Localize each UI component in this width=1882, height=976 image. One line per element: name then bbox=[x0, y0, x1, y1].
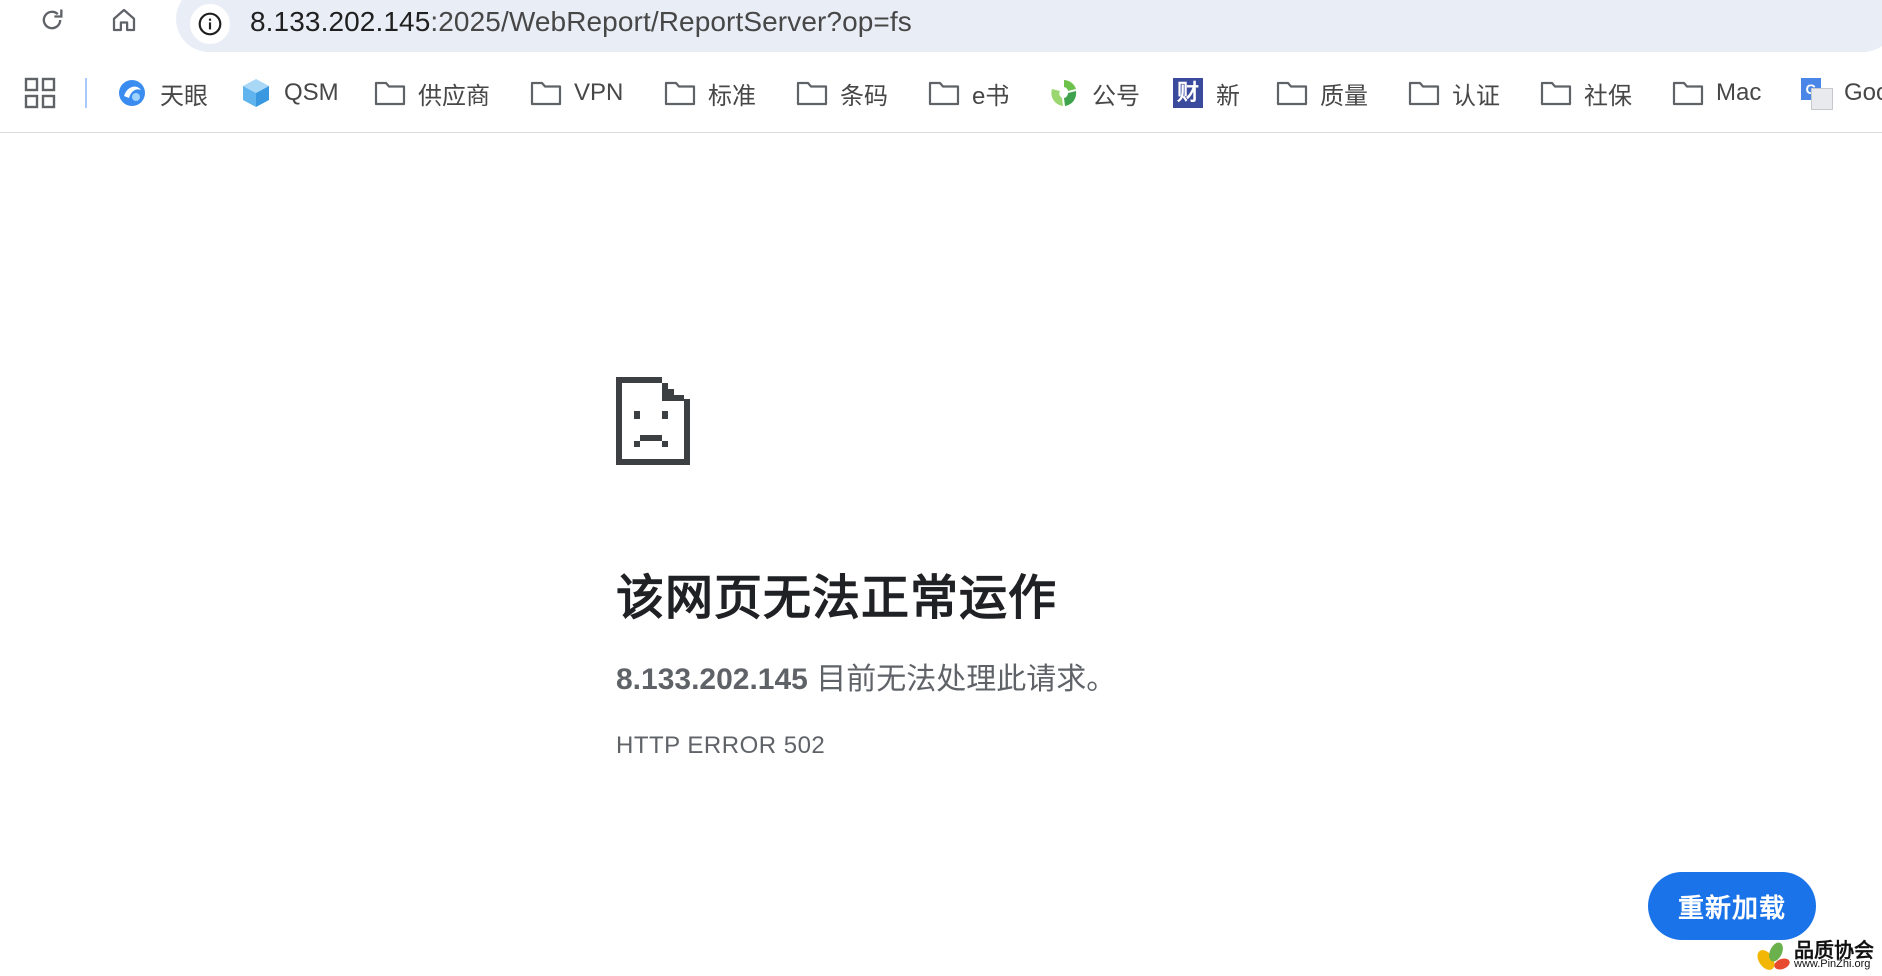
folder-icon bbox=[664, 77, 696, 109]
folder-icon bbox=[1408, 77, 1440, 109]
sad-page-icon bbox=[616, 377, 690, 465]
url-text[interactable]: 8.133.202.145:2025/WebReport/ReportServe… bbox=[250, 6, 912, 38]
watermark: 品质协会 www.PinZhi.org bbox=[1754, 934, 1882, 976]
watermark-url: www.PinZhi.org bbox=[1794, 958, 1871, 970]
bookmarks-bar: 天眼 QSM 供应商 VPN 标准 条码 e书 公号 财 新 质量 认证 社保 … bbox=[0, 62, 1882, 133]
folder-icon bbox=[928, 77, 960, 109]
error-title: 该网页无法正常运作 bbox=[616, 572, 1058, 625]
bookmark-label: 公号 bbox=[1092, 82, 1140, 110]
folder-icon bbox=[530, 77, 562, 109]
navigation-bar: 8.133.202.145:2025/WebReport/ReportServe… bbox=[0, 0, 1882, 52]
google-translate-icon: G bbox=[1800, 77, 1833, 110]
pinzhi-logo-icon bbox=[1757, 942, 1790, 970]
bookmark-label: 认证 bbox=[1452, 82, 1500, 110]
cai-logo-icon: 财 bbox=[1172, 77, 1204, 109]
bookmark-qsm[interactable]: QSM bbox=[240, 70, 339, 116]
bookmark-label: VPN bbox=[574, 79, 624, 106]
apps-button[interactable] bbox=[24, 77, 56, 109]
bookmark-label: 供应商 bbox=[418, 82, 490, 110]
cai-logo-text: 财 bbox=[1173, 78, 1203, 108]
bookmark-folder-ebooks[interactable]: e书 bbox=[928, 70, 1009, 116]
bookmark-folder-vpn[interactable]: VPN bbox=[530, 70, 623, 116]
folder-icon bbox=[1672, 77, 1704, 109]
bookmark-folder-standards[interactable]: 标准 bbox=[664, 70, 756, 116]
folder-icon bbox=[796, 77, 828, 109]
site-info-button[interactable] bbox=[190, 4, 230, 44]
bookmark-label: Mac bbox=[1716, 79, 1762, 106]
bookmark-folder-quality[interactable]: 质量 bbox=[1276, 70, 1368, 116]
bookmark-label: 标准 bbox=[708, 82, 756, 110]
bookmark-label: 社保 bbox=[1584, 82, 1632, 110]
bookmark-label: 质量 bbox=[1320, 82, 1368, 110]
tianyan-logo-icon bbox=[116, 77, 148, 109]
folder-icon bbox=[1540, 77, 1572, 109]
bookmark-label: e书 bbox=[972, 82, 1010, 110]
bookmark-label: 新 bbox=[1216, 82, 1240, 110]
bookmark-cai-xin[interactable]: 财 新 bbox=[1172, 70, 1240, 116]
info-icon bbox=[198, 12, 222, 36]
bookmark-folder-social-security[interactable]: 社保 bbox=[1540, 70, 1632, 116]
error-host: 8.133.202.145 bbox=[616, 663, 808, 696]
bookmark-folder-suppliers[interactable]: 供应商 bbox=[374, 70, 490, 116]
bookmark-official-account[interactable]: 公号 bbox=[1048, 70, 1140, 116]
bookmark-label: 条码 bbox=[840, 82, 888, 110]
error-description: 8.133.202.145 目前无法处理此请求。 bbox=[616, 654, 1116, 698]
folder-icon bbox=[374, 77, 406, 109]
bookmark-label: QSM bbox=[284, 79, 339, 106]
wechat-logo-icon bbox=[1048, 77, 1080, 109]
reload-icon bbox=[42, 9, 63, 30]
bookmark-folder-barcode[interactable]: 条码 bbox=[796, 70, 888, 116]
reload-page-button[interactable] bbox=[32, 0, 72, 40]
folder-icon bbox=[1276, 77, 1308, 109]
bookmark-google-translate[interactable]: G Goo bbox=[1800, 70, 1882, 116]
reload-button[interactable]: 重新加载 bbox=[1648, 872, 1816, 940]
bookmark-folder-mac[interactable]: Mac bbox=[1672, 70, 1761, 116]
url-host: 8.133.202.145 bbox=[250, 6, 431, 37]
home-icon bbox=[112, 8, 136, 32]
bookmark-label: Goo bbox=[1844, 79, 1882, 106]
bookmark-label: 天眼 bbox=[160, 82, 208, 110]
bookmark-folder-certification[interactable]: 认证 bbox=[1408, 70, 1500, 116]
apps-grid-icon bbox=[24, 77, 56, 109]
bookmark-tianyan[interactable]: 天眼 bbox=[116, 70, 208, 116]
error-message: 目前无法处理此请求。 bbox=[807, 663, 1117, 696]
url-path: :2025/WebReport/ReportServer?op=fs bbox=[430, 6, 912, 37]
bookmarks-separator bbox=[85, 78, 87, 108]
home-button[interactable] bbox=[104, 0, 144, 40]
error-code: HTTP ERROR 502 bbox=[616, 732, 826, 759]
address-bar[interactable]: 8.133.202.145:2025/WebReport/ReportServe… bbox=[176, 0, 1882, 52]
cube-icon bbox=[240, 77, 272, 109]
